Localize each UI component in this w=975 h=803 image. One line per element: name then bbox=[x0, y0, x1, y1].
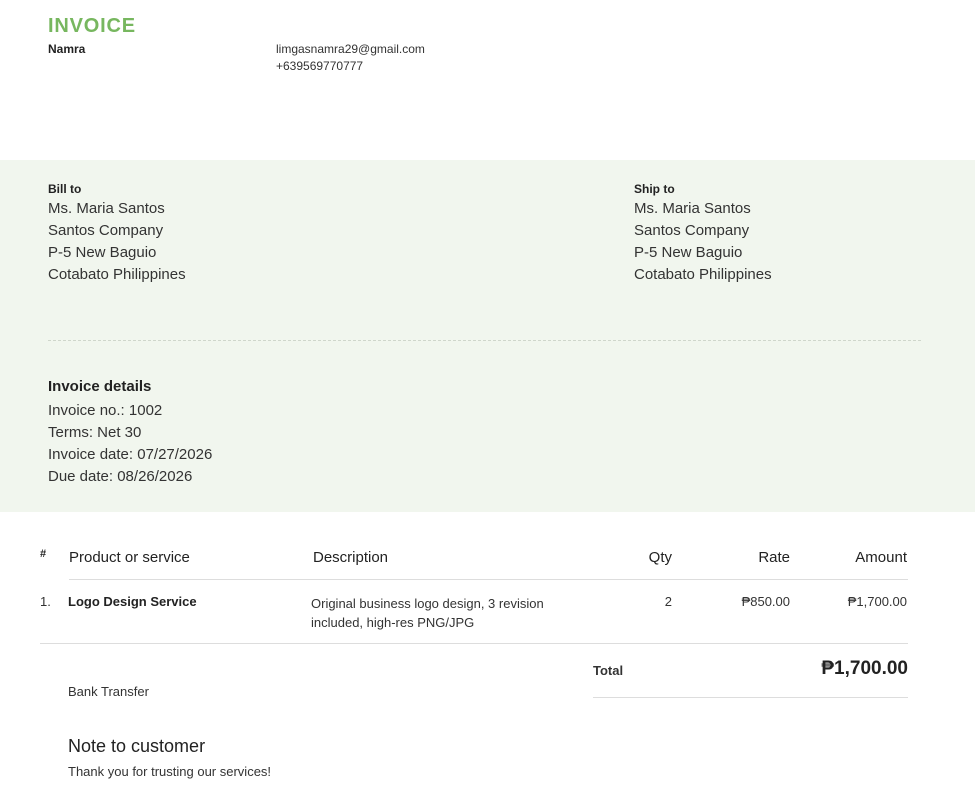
invoice-date: Invoice date: 07/27/2026 bbox=[48, 446, 213, 463]
bill-to-label: Bill to bbox=[48, 182, 82, 196]
row-number: 1. bbox=[40, 594, 51, 609]
col-header-qty: Qty bbox=[648, 549, 672, 566]
address-line: Cotabato Philippines bbox=[634, 266, 772, 283]
company-name: Namra bbox=[48, 42, 86, 56]
address-line: Ms. Maria Santos bbox=[48, 200, 165, 217]
col-header-number: # bbox=[40, 548, 47, 560]
due-date: Due date: 08/26/2026 bbox=[48, 468, 193, 485]
ship-to-label: Ship to bbox=[634, 182, 675, 196]
note-body: Thank you for trusting our services! bbox=[68, 764, 272, 779]
invoice-details: Invoice no.: 1002 Terms: Net 30 Invoice … bbox=[48, 400, 212, 488]
total-divider bbox=[593, 697, 908, 698]
email-text: limgasnamra29@gmail.com bbox=[276, 42, 425, 56]
bill-to-address: Ms. Maria Santos Santos Company P-5 New … bbox=[48, 198, 186, 286]
col-header-product: Product or service bbox=[69, 549, 190, 566]
contact-info: limgasnamra29@gmail.com +639569770777 bbox=[276, 41, 425, 75]
row-rate: ₱850.00 bbox=[741, 594, 790, 609]
table-bottom-divider bbox=[40, 643, 908, 644]
row-product: Logo Design Service bbox=[68, 594, 197, 609]
address-line: Santos Company bbox=[48, 222, 164, 239]
ship-to-address: Ms. Maria Santos Santos Company P-5 New … bbox=[634, 198, 772, 286]
col-header-amount: Amount bbox=[855, 549, 907, 566]
phone-text: +639569770777 bbox=[276, 59, 364, 73]
dashed-divider bbox=[48, 340, 921, 341]
col-header-description: Description bbox=[313, 549, 389, 566]
invoice-number: Invoice no.: 1002 bbox=[48, 402, 163, 419]
address-line: Ms. Maria Santos bbox=[634, 200, 751, 217]
address-line: P-5 New Baguio bbox=[634, 244, 743, 261]
address-line: Santos Company bbox=[634, 222, 750, 239]
total-label: Total bbox=[593, 663, 624, 678]
row-amount: ₱1,700.00 bbox=[847, 594, 907, 609]
col-header-rate: Rate bbox=[758, 549, 790, 566]
total-value: ₱1,700.00 bbox=[821, 658, 908, 679]
row-qty: 2 bbox=[664, 594, 672, 609]
invoice-title: INVOICE bbox=[48, 15, 136, 37]
address-line: Cotabato Philippines bbox=[48, 266, 186, 283]
row-description: Original business logo design, 3 revisio… bbox=[311, 596, 544, 630]
address-line: P-5 New Baguio bbox=[48, 244, 157, 261]
table-header-divider bbox=[69, 579, 908, 580]
invoice-terms: Terms: Net 30 bbox=[48, 424, 142, 441]
note-title: Note to customer bbox=[68, 736, 206, 756]
invoice-details-title: Invoice details bbox=[48, 378, 152, 395]
payment-method: Bank Transfer bbox=[68, 684, 149, 699]
